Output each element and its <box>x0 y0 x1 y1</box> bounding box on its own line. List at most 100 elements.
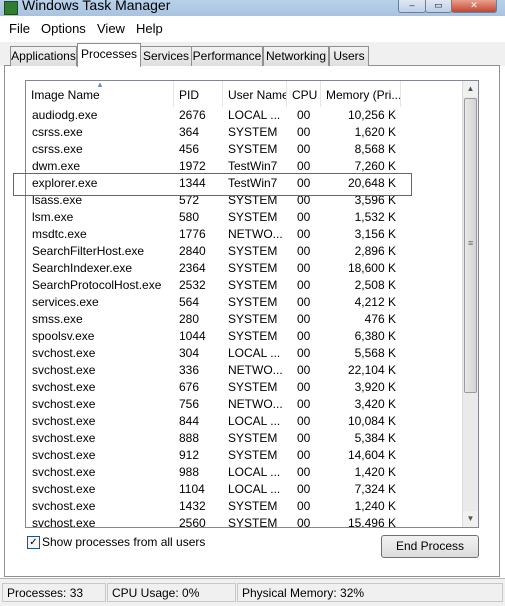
process-memory: 2,896 K <box>354 244 396 258</box>
tab-performance[interactable]: Performance <box>191 46 263 66</box>
process-memory: 7,324 K <box>354 482 396 496</box>
process-pid: 564 <box>179 295 200 309</box>
table-row[interactable]: csrss.exe 364 SYSTEM 00 1,620 K <box>26 124 462 141</box>
grip-icon: ≡ <box>468 238 474 248</box>
tab-users[interactable]: Users <box>329 46 369 66</box>
table-row[interactable]: SearchProtocolHost.exe 2532 SYSTEM 00 2,508 … <box>26 277 462 294</box>
close-button[interactable]: ✕ <box>451 0 497 13</box>
process-user: SYSTEM <box>228 516 278 528</box>
process-name: lsm.exe <box>32 210 74 224</box>
table-row[interactable]: svchost.exe 2560 SYSTEM 00 15,496 K <box>26 515 462 528</box>
table-row[interactable]: msdtc.exe 1776 NETWO... 00 3,156 K <box>26 226 462 243</box>
process-memory: 15,496 K <box>347 516 396 528</box>
process-cpu: 00 <box>297 414 311 428</box>
scroll-down-button[interactable]: ▼ <box>463 511 478 527</box>
table-row[interactable]: svchost.exe 676 SYSTEM 00 3,920 K <box>26 379 462 396</box>
process-pid: 580 <box>179 210 200 224</box>
process-user: NETWO... <box>228 363 283 377</box>
process-user: LOCAL ... <box>228 346 281 360</box>
process-user: LOCAL ... <box>228 482 281 496</box>
table-row[interactable]: svchost.exe 988 LOCAL ... 00 1,420 K <box>26 464 462 481</box>
tab-applications[interactable]: Applications <box>10 46 77 66</box>
process-user: SYSTEM <box>228 142 278 156</box>
scroll-up-button[interactable]: ▲ <box>463 81 478 97</box>
table-row[interactable]: smss.exe 280 SYSTEM 00 476 K <box>26 311 462 328</box>
tab-networking[interactable]: Networking <box>263 46 329 66</box>
process-memory: 5,568 K <box>354 346 396 360</box>
process-memory: 2,508 K <box>354 278 396 292</box>
process-user: LOCAL ... <box>228 465 281 479</box>
process-memory: 1,420 K <box>354 465 396 479</box>
process-memory: 10,256 K <box>347 108 396 122</box>
process-cpu: 00 <box>297 278 311 292</box>
status-processes: Processes: 33 <box>2 583 106 602</box>
table-row[interactable]: svchost.exe 888 SYSTEM 00 5,384 K <box>26 430 462 447</box>
process-name: smss.exe <box>32 312 83 326</box>
process-memory: 8,568 K <box>354 142 396 156</box>
tab-services[interactable]: Services <box>140 46 192 66</box>
process-name: svchost.exe <box>32 346 96 360</box>
table-row[interactable]: SearchIndexer.exe 2364 SYSTEM 00 18,600 K <box>26 260 462 277</box>
process-name: svchost.exe <box>32 448 96 462</box>
process-memory: 476 K <box>364 312 396 326</box>
table-row[interactable]: SearchFilterHost.exe 2840 SYSTEM 00 2,896 K <box>26 243 462 260</box>
process-name: svchost.exe <box>32 465 96 479</box>
process-memory: 4,212 K <box>354 295 396 309</box>
table-row[interactable]: svchost.exe 1104 LOCAL ... 00 7,324 K <box>26 481 462 498</box>
process-user: SYSTEM <box>228 295 278 309</box>
process-cpu: 00 <box>297 380 311 394</box>
process-pid: 988 <box>179 465 200 479</box>
table-row[interactable]: svchost.exe 304 LOCAL ... 00 5,568 K <box>26 345 462 362</box>
process-cpu: 00 <box>297 210 311 224</box>
process-cpu: 00 <box>297 448 311 462</box>
process-memory: 14,604 K <box>347 448 396 462</box>
process-user: SYSTEM <box>228 431 278 445</box>
process-user: SYSTEM <box>228 261 278 275</box>
column-memory[interactable]: Memory (Pri... <box>321 81 401 107</box>
title-bar: Windows Task Manager – ▭ ✕ <box>0 0 505 16</box>
process-pid: 756 <box>179 397 200 411</box>
table-row[interactable]: csrss.exe 456 SYSTEM 00 8,568 K <box>26 141 462 158</box>
process-name: csrss.exe <box>32 125 83 139</box>
table-row[interactable]: svchost.exe 912 SYSTEM 00 14,604 K <box>26 447 462 464</box>
table-row[interactable]: audiodg.exe 2676 LOCAL ... 00 10,256 K <box>26 107 462 124</box>
minimize-button[interactable]: – <box>398 0 426 13</box>
column-user-name[interactable]: User Name <box>223 81 287 107</box>
process-user: LOCAL ... <box>228 414 281 428</box>
process-user: NETWO... <box>228 397 283 411</box>
show-all-users-label[interactable]: Show processes from all users <box>42 535 205 549</box>
process-name: svchost.exe <box>32 397 96 411</box>
column-image-name[interactable]: ▲ Image Name <box>26 81 174 107</box>
vertical-scrollbar[interactable]: ▲ ≡ ▼ <box>462 81 478 527</box>
menu-bar: File Options View Help <box>0 16 505 42</box>
table-row[interactable]: lsm.exe 580 SYSTEM 00 1,532 K <box>26 209 462 226</box>
menu-file[interactable]: File <box>9 21 30 36</box>
process-user: SYSTEM <box>228 329 278 343</box>
scroll-thumb[interactable]: ≡ <box>464 98 477 393</box>
show-all-users-checkbox[interactable]: ✓ <box>27 536 40 549</box>
table-row[interactable]: services.exe 564 SYSTEM 00 4,212 K <box>26 294 462 311</box>
table-row[interactable]: svchost.exe 1432 SYSTEM 00 1,240 K <box>26 498 462 515</box>
maximize-button[interactable]: ▭ <box>425 0 452 13</box>
tab-processes[interactable]: Processes <box>77 43 141 67</box>
status-cpu-usage: CPU Usage: 0% <box>107 583 236 602</box>
process-memory: 3,420 K <box>354 397 396 411</box>
table-row[interactable]: svchost.exe 336 NETWO... 00 22,104 K <box>26 362 462 379</box>
status-bar: Processes: 33 CPU Usage: 0% Physical Mem… <box>0 578 505 606</box>
end-process-button[interactable]: End Process <box>381 535 479 558</box>
process-list[interactable]: ▲ Image Name PID User Name CPU Memory (P… <box>25 80 479 528</box>
column-pid[interactable]: PID <box>174 81 223 107</box>
menu-help[interactable]: Help <box>136 21 163 36</box>
process-pid: 1776 <box>179 227 206 241</box>
table-row[interactable]: svchost.exe 756 NETWO... 00 3,420 K <box>26 396 462 413</box>
process-pid: 912 <box>179 448 200 462</box>
process-pid: 280 <box>179 312 200 326</box>
menu-options[interactable]: Options <box>41 21 86 36</box>
column-label: Image Name <box>31 88 100 102</box>
column-cpu[interactable]: CPU <box>287 81 321 107</box>
window-title: Windows Task Manager <box>22 0 171 13</box>
table-row[interactable]: spoolsv.exe 1044 SYSTEM 00 6,380 K <box>26 328 462 345</box>
table-row[interactable]: svchost.exe 844 LOCAL ... 00 10,084 K <box>26 413 462 430</box>
process-cpu: 00 <box>297 295 311 309</box>
menu-view[interactable]: View <box>97 21 125 36</box>
